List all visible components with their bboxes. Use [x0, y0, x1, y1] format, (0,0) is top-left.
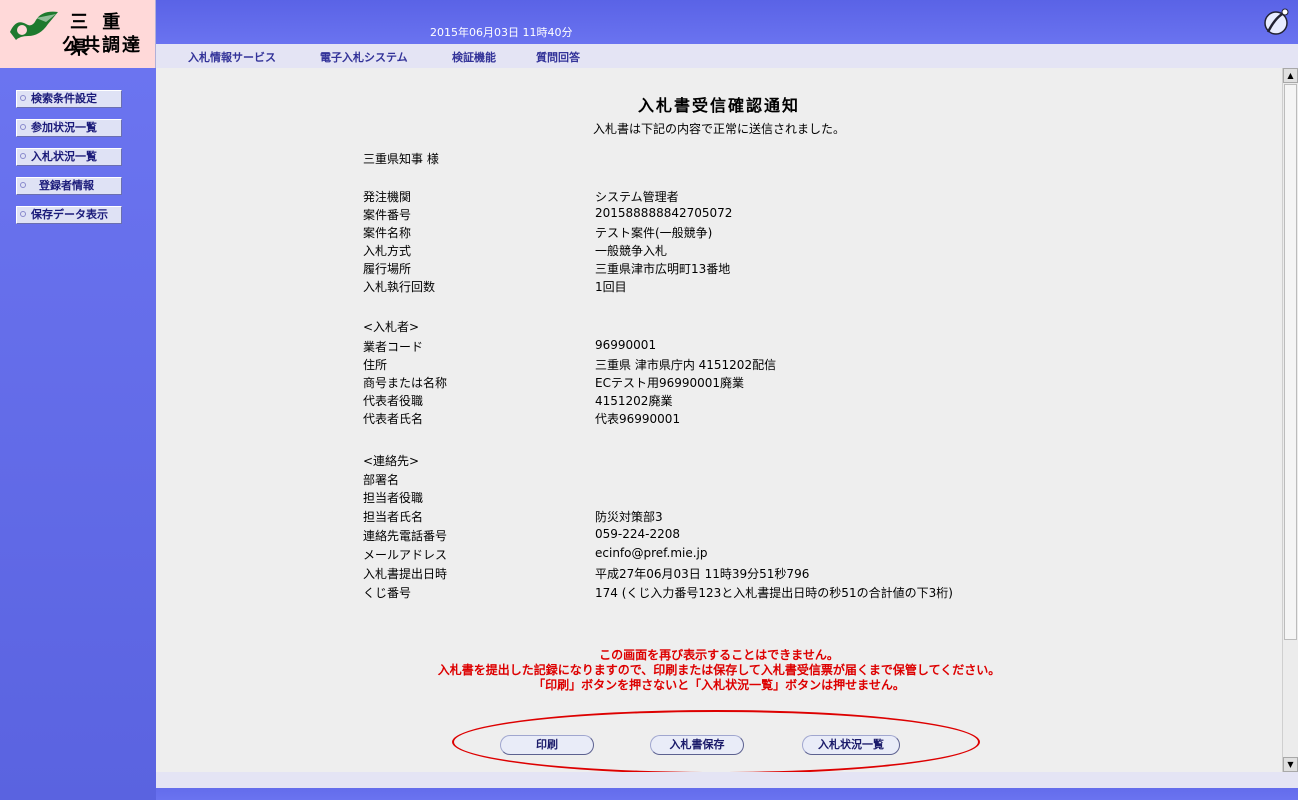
row-value: 4151202廃業	[595, 394, 673, 408]
row-value: 三重県 津市県庁内 4151202配信	[595, 358, 777, 372]
sidebar-item-label: 参加状況一覧	[31, 121, 97, 134]
row-value: ecinfo@pref.mie.jp	[595, 546, 708, 560]
row-label: 連絡先電話番号	[363, 529, 448, 543]
row-value: 96990001	[595, 338, 657, 352]
print-button[interactable]: 印刷	[500, 735, 594, 755]
warning-line: 「印刷」ボタンを押さないと「入札状況一覧」ボタンは押せません。	[533, 678, 905, 692]
network-status-icon	[1264, 8, 1289, 35]
row-label: 代表者役職	[363, 394, 424, 408]
bullet-icon	[20, 211, 26, 217]
header-bar: 2015年06月03日 11時40分	[156, 0, 1298, 44]
menu-bar: 入札情報サービス 電子入札システム 検証機能 質問回答	[156, 44, 1298, 68]
menu-qa[interactable]: 質問回答	[536, 49, 580, 65]
main-content: 入札書受信確認通知 入札書は下記の内容で正常に送信されました。 三重県知事 様 …	[156, 68, 1282, 774]
row-label: 代表者氏名	[363, 412, 424, 426]
row-label: 担当者氏名	[363, 510, 424, 524]
bidder-heading: <入札者>	[363, 320, 420, 334]
row-label: 入札書提出日時	[363, 567, 448, 581]
row-value: システム管理者	[595, 190, 679, 204]
sidebar-item-registrant-info[interactable]: 登録者情報	[16, 177, 122, 195]
sidebar-item-label: 検索条件設定	[31, 92, 97, 105]
warning-line: 入札書を提出した記録になりますので、印刷または保存して入札書受信票が届くまで保管…	[437, 663, 1001, 677]
row-value: 平成27年06月03日 11時39分51秒796	[595, 567, 810, 581]
page-subtitle: 入札書は下記の内容で正常に送信されました。	[592, 122, 845, 136]
row-label: 部署名	[363, 473, 400, 487]
vertical-scrollbar[interactable]: ▲ ▼	[1282, 68, 1298, 772]
mie-logo-icon	[10, 11, 58, 40]
addressee: 三重県知事 様	[363, 152, 439, 166]
row-label: メールアドレス	[363, 548, 448, 562]
row-value: 三重県津市広明町13番地	[595, 262, 731, 276]
row-value: ECテスト用96990001廃業	[595, 376, 745, 390]
footer-strip	[156, 772, 1298, 788]
menu-bid-info-service[interactable]: 入札情報サービス	[188, 49, 276, 65]
menu-e-bidding-system[interactable]: 電子入札システム	[320, 49, 408, 65]
row-label: 住所	[363, 358, 388, 372]
menu-verification[interactable]: 検証機能	[452, 49, 496, 65]
row-label: 商号または名称	[363, 376, 448, 390]
scroll-down-arrow-icon[interactable]: ▼	[1283, 757, 1298, 772]
bullet-icon	[20, 124, 26, 130]
sidebar-item-bid-status[interactable]: 入札状況一覧	[16, 148, 122, 166]
bullet-icon	[20, 182, 26, 188]
warning-message: この画面を再び表示することはできません。 入札書を提出した記録になりますので、印…	[156, 648, 1282, 693]
row-value: 防災対策部3	[595, 510, 663, 524]
row-value: 1回目	[595, 280, 627, 294]
sidebar-item-label: 入札状況一覧	[31, 150, 97, 163]
row-label: 入札方式	[363, 244, 412, 258]
sidebar-item-label: 登録者情報	[39, 179, 94, 192]
row-label: 案件番号	[363, 208, 412, 222]
bullet-icon	[20, 153, 26, 159]
row-label: 案件名称	[363, 226, 412, 240]
row-label: くじ番号	[363, 586, 412, 600]
logo-line2: 公共調達	[62, 35, 142, 56]
sidebar-item-participation-status[interactable]: 参加状況一覧	[16, 119, 122, 137]
logo: 三 重 県 公共調達	[0, 0, 156, 68]
row-value: 一般競争入札	[595, 244, 668, 258]
bid-status-list-button[interactable]: 入札状況一覧	[802, 735, 900, 755]
warning-line: この画面を再び表示することはできません。	[599, 648, 839, 662]
row-label: 履行場所	[363, 262, 412, 276]
row-value: 代表96990001	[595, 412, 681, 426]
row-value: テスト案件(一般競争)	[595, 226, 713, 240]
sidebar-item-label: 保存データ表示	[31, 208, 108, 221]
scroll-up-arrow-icon[interactable]: ▲	[1283, 68, 1298, 83]
row-value: 201588888842705072	[595, 206, 733, 220]
bullet-icon	[20, 95, 26, 101]
current-datetime: 2015年06月03日 11時40分	[430, 26, 573, 39]
row-value: 174 (くじ入力番号123と入札書提出日時の秒51の合計値の下3桁)	[595, 586, 953, 600]
scrollbar-thumb[interactable]	[1284, 84, 1297, 640]
row-value: 059-224-2208	[595, 527, 681, 541]
sidebar-item-saved-data[interactable]: 保存データ表示	[16, 206, 122, 224]
row-label: 発注機関	[363, 190, 412, 204]
sidebar: 検索条件設定 参加状況一覧 入札状況一覧 登録者情報 保存データ表示	[0, 68, 156, 800]
footer-bar	[156, 772, 1298, 800]
row-label: 担当者役職	[363, 491, 424, 505]
contact-heading: <連絡先>	[363, 454, 420, 468]
page-title: 入札書受信確認通知	[637, 96, 800, 115]
save-bid-button[interactable]: 入札書保存	[650, 735, 744, 755]
sidebar-item-search-conditions[interactable]: 検索条件設定	[16, 90, 122, 108]
row-label: 入札執行回数	[363, 280, 436, 294]
row-label: 業者コード	[363, 340, 424, 354]
